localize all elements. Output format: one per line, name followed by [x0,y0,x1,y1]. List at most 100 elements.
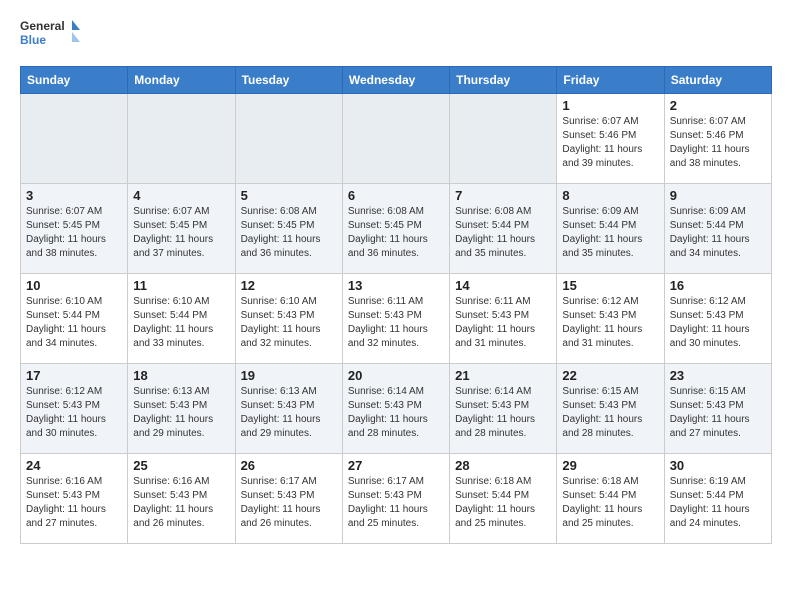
day-number: 24 [26,458,122,473]
calendar-cell: 27Sunrise: 6:17 AM Sunset: 5:43 PM Dayli… [342,454,449,544]
calendar-cell: 9Sunrise: 6:09 AM Sunset: 5:44 PM Daylig… [664,184,771,274]
day-number: 5 [241,188,337,203]
day-number: 9 [670,188,766,203]
calendar-cell: 6 Sunrise: 6:08 AM Sunset: 5:45 PM Daylig… [342,184,449,274]
weekday-header: Thursday [450,67,557,94]
day-info: Sunrise: 6:07 AM Sunset: 5:45 PM Dayligh… [133,205,229,261]
calendar-cell: 5 Sunrise: 6:08 AM Sunset: 5:45 PM Daylig… [235,184,342,274]
day-info: Sunrise: 6:14 AM Sunset: 5:43 PM Dayligh… [455,385,551,441]
calendar-cell: 12 Sunrise: 6:10 AM Sunset: 5:43 PM Dayli… [235,274,342,364]
calendar-cell: 14 Sunrise: 6:11 AM Sunset: 5:43 PM Dayli… [450,274,557,364]
day-info: Sunrise: 6:08 AM Sunset: 5:44 PM Dayligh… [455,205,551,261]
calendar-cell: 24 Sunrise: 6:16 AM Sunset: 5:43 PM Dayli… [21,454,128,544]
day-number: 8 [562,188,658,203]
day-info: Sunrise: 6:17 AM Sunset: 5:43 PM Dayligh… [241,475,337,531]
day-info: Sunrise: 6:07 AM Sunset: 5:46 PM Dayligh… [562,115,658,171]
day-number: 1 [562,98,658,113]
calendar-cell [450,94,557,184]
calendar-cell: 20 Sunrise: 6:14 AM Sunset: 5:43 PM Dayli… [342,364,449,454]
weekday-header: Sunday [21,67,128,94]
calendar-cell: 28 Sunrise: 6:18 AM Sunset: 5:44 PM Dayli… [450,454,557,544]
day-number: 22 [562,368,658,383]
calendar-cell [21,94,128,184]
calendar-week-row: 3 Sunrise: 6:07 AM Sunset: 5:45 PM Daylig… [21,184,772,274]
day-number: 29 [562,458,658,473]
day-info: Sunrise: 6:15 AM Sunset: 5:43 PM Dayligh… [670,385,766,441]
day-info: Sunrise: 6:07 AM Sunset: 5:46 PM Dayligh… [670,115,766,171]
day-info: Sunrise: 6:18 AM Sunset: 5:44 PM Dayligh… [562,475,658,531]
calendar-cell [128,94,235,184]
calendar-cell: 10 Sunrise: 6:10 AM Sunset: 5:44 PM Dayli… [21,274,128,364]
calendar-header: SundayMondayTuesdayWednesdayThursdayFrid… [21,67,772,94]
day-info: Sunrise: 6:11 AM Sunset: 5:43 PM Dayligh… [348,295,444,351]
calendar-cell: 26 Sunrise: 6:17 AM Sunset: 5:43 PM Dayli… [235,454,342,544]
calendar-cell: 7 Sunrise: 6:08 AM Sunset: 5:44 PM Daylig… [450,184,557,274]
day-info: Sunrise: 6:07 AM Sunset: 5:45 PM Dayligh… [26,205,122,261]
day-number: 23 [670,368,766,383]
day-number: 18 [133,368,229,383]
day-info: Sunrise: 6:18 AM Sunset: 5:44 PM Dayligh… [455,475,551,531]
weekday-header: Tuesday [235,67,342,94]
calendar-cell [342,94,449,184]
day-number: 12 [241,278,337,293]
calendar-cell: 8 Sunrise: 6:09 AM Sunset: 5:44 PM Daylig… [557,184,664,274]
day-number: 26 [241,458,337,473]
day-info: Sunrise: 6:10 AM Sunset: 5:43 PM Dayligh… [241,295,337,351]
day-number: 30 [670,458,766,473]
day-info: Sunrise: 6:10 AM Sunset: 5:44 PM Dayligh… [26,295,122,351]
weekday-header: Monday [128,67,235,94]
day-info: Sunrise: 6:08 AM Sunset: 5:45 PM Dayligh… [348,205,444,261]
day-number: 19 [241,368,337,383]
day-number: 20 [348,368,444,383]
calendar-cell: 1 Sunrise: 6:07 AM Sunset: 5:46 PM Daylig… [557,94,664,184]
day-number: 28 [455,458,551,473]
day-info: Sunrise: 6:19 AM Sunset: 5:44 PM Dayligh… [670,475,766,531]
calendar-week-row: 1 Sunrise: 6:07 AM Sunset: 5:46 PM Daylig… [21,94,772,184]
day-info: Sunrise: 6:16 AM Sunset: 5:43 PM Dayligh… [133,475,229,531]
day-info: Sunrise: 6:10 AM Sunset: 5:44 PM Dayligh… [133,295,229,351]
calendar-week-row: 10 Sunrise: 6:10 AM Sunset: 5:44 PM Dayli… [21,274,772,364]
weekday-header: Wednesday [342,67,449,94]
calendar-cell: 13 Sunrise: 6:11 AM Sunset: 5:43 PM Dayli… [342,274,449,364]
calendar-cell: 18 Sunrise: 6:13 AM Sunset: 5:43 PM Dayli… [128,364,235,454]
logo: General Blue [20,16,80,54]
day-info: Sunrise: 6:11 AM Sunset: 5:43 PM Dayligh… [455,295,551,351]
calendar-cell: 22 Sunrise: 6:15 AM Sunset: 5:43 PM Dayli… [557,364,664,454]
calendar-cell: 15 Sunrise: 6:12 AM Sunset: 5:43 PM Dayli… [557,274,664,364]
day-number: 3 [26,188,122,203]
calendar-cell: 23 Sunrise: 6:15 AM Sunset: 5:43 PM Dayli… [664,364,771,454]
day-number: 15 [562,278,658,293]
svg-text:General: General [20,19,65,33]
day-info: Sunrise: 6:16 AM Sunset: 5:43 PM Dayligh… [26,475,122,531]
day-number: 6 [348,188,444,203]
calendar-cell: 21 Sunrise: 6:14 AM Sunset: 5:43 PM Dayli… [450,364,557,454]
day-number: 21 [455,368,551,383]
day-info: Sunrise: 6:13 AM Sunset: 5:43 PM Dayligh… [241,385,337,441]
day-info: Sunrise: 6:13 AM Sunset: 5:43 PM Dayligh… [133,385,229,441]
day-info: Sunrise: 6:12 AM Sunset: 5:43 PM Dayligh… [562,295,658,351]
calendar-cell: 2 Sunrise: 6:07 AM Sunset: 5:46 PM Daylig… [664,94,771,184]
calendar-cell [235,94,342,184]
day-number: 7 [455,188,551,203]
day-number: 14 [455,278,551,293]
day-number: 4 [133,188,229,203]
day-number: 2 [670,98,766,113]
calendar-week-row: 24 Sunrise: 6:16 AM Sunset: 5:43 PM Dayli… [21,454,772,544]
day-number: 10 [26,278,122,293]
day-info: Sunrise: 6:15 AM Sunset: 5:43 PM Dayligh… [562,385,658,441]
day-info: Sunrise: 6:08 AM Sunset: 5:45 PM Dayligh… [241,205,337,261]
day-info: Sunrise: 6:14 AM Sunset: 5:43 PM Dayligh… [348,385,444,441]
day-info: Sunrise: 6:09 AM Sunset: 5:44 PM Dayligh… [562,205,658,261]
weekday-header: Saturday [664,67,771,94]
calendar-table: SundayMondayTuesdayWednesdayThursdayFrid… [20,66,772,544]
calendar-week-row: 17 Sunrise: 6:12 AM Sunset: 5:43 PM Dayli… [21,364,772,454]
calendar-cell: 25Sunrise: 6:16 AM Sunset: 5:43 PM Dayli… [128,454,235,544]
day-info: Sunrise: 6:12 AM Sunset: 5:43 PM Dayligh… [26,385,122,441]
day-number: 27 [348,458,444,473]
calendar-cell: 4 Sunrise: 6:07 AM Sunset: 5:45 PM Daylig… [128,184,235,274]
page-header: General Blue [20,16,772,54]
day-info: Sunrise: 6:12 AM Sunset: 5:43 PM Dayligh… [670,295,766,351]
calendar-cell: 30 Sunrise: 6:19 AM Sunset: 5:44 PM Dayli… [664,454,771,544]
day-number: 13 [348,278,444,293]
day-number: 17 [26,368,122,383]
